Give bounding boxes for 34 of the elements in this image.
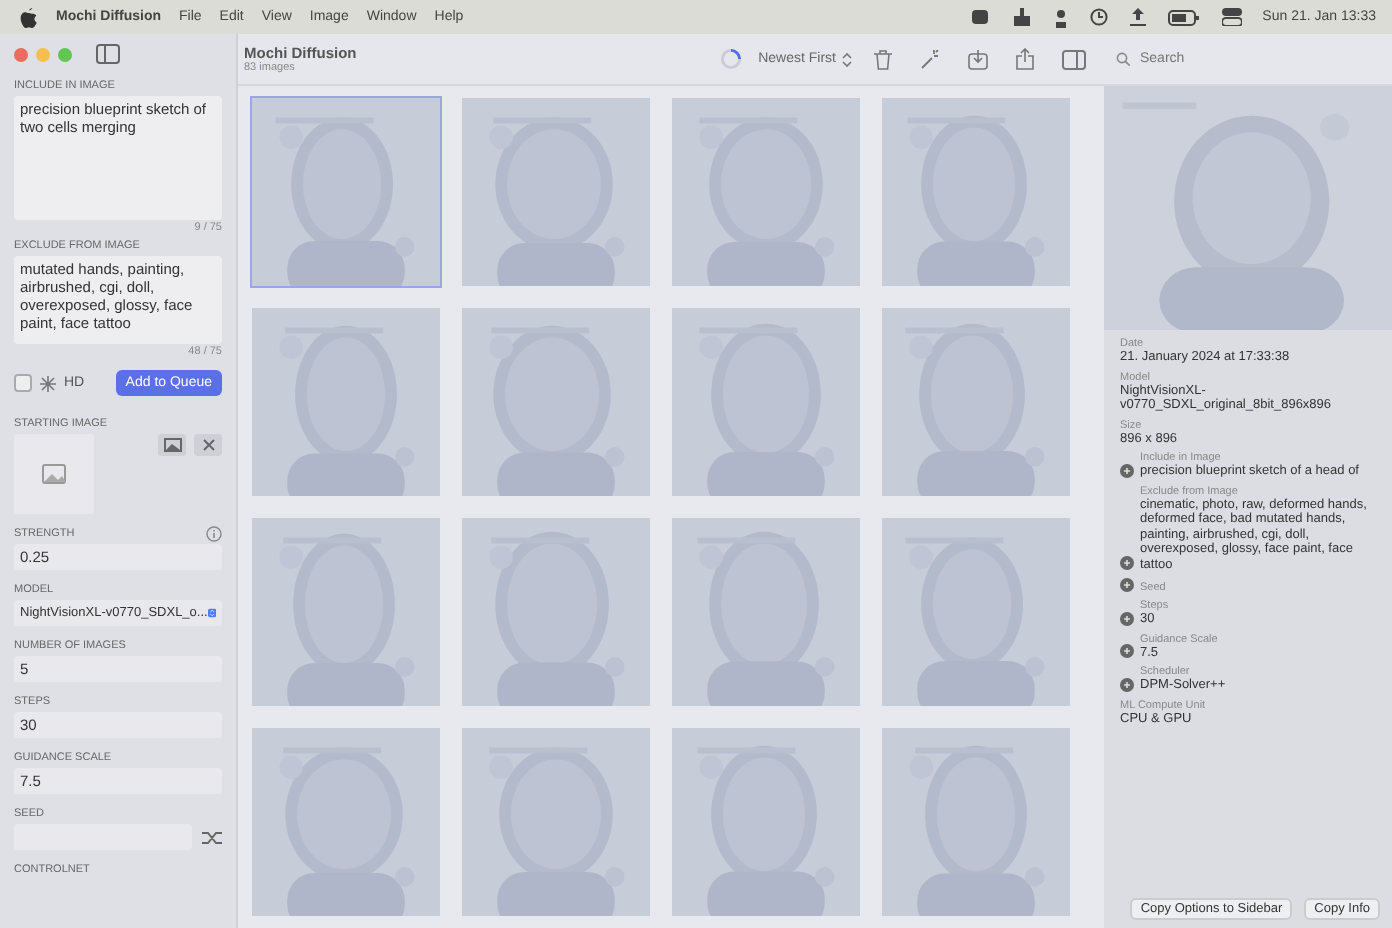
copy-icon[interactable]	[1120, 644, 1134, 658]
share-icon[interactable]	[1016, 48, 1034, 70]
copy-icon[interactable]	[1120, 611, 1134, 625]
image-icon	[42, 464, 66, 484]
progress-ring-icon	[720, 48, 743, 70]
battery-icon[interactable]	[1168, 9, 1201, 25]
clear-image-button[interactable]	[194, 434, 222, 456]
copy-icon[interactable]	[1120, 578, 1134, 592]
hd-checkbox[interactable]	[14, 374, 32, 392]
copy-icon[interactable]	[1120, 556, 1134, 570]
magic-wand-icon[interactable]	[920, 49, 940, 69]
copy-icon[interactable]	[1120, 677, 1134, 691]
close-icon	[201, 438, 215, 452]
clock-icon[interactable]	[1090, 8, 1109, 26]
image-icon	[163, 438, 181, 452]
close-button[interactable]	[14, 47, 28, 61]
apple-icon[interactable]	[20, 7, 38, 27]
import-icon[interactable]	[968, 49, 988, 69]
trash-icon[interactable]	[874, 49, 892, 69]
info-icon[interactable]	[206, 525, 222, 541]
copy-icon[interactable]	[1120, 463, 1134, 477]
status-icon[interactable]	[970, 8, 991, 26]
control-center-icon[interactable]	[1222, 8, 1243, 26]
inspector-toggle-icon[interactable]	[1062, 49, 1086, 69]
sparkle-icon	[40, 375, 56, 391]
shuffle-icon[interactable]	[202, 829, 222, 845]
person-icon[interactable]	[1054, 7, 1069, 27]
upload-icon[interactable]	[1130, 8, 1147, 26]
dropdown-icon	[207, 604, 216, 622]
sidebar-toggle-icon[interactable]	[96, 44, 120, 64]
image-drop-area[interactable]	[14, 434, 94, 514]
chevron-icon	[842, 51, 852, 67]
search-icon	[1116, 52, 1130, 66]
image-picker-button[interactable]	[158, 434, 186, 456]
